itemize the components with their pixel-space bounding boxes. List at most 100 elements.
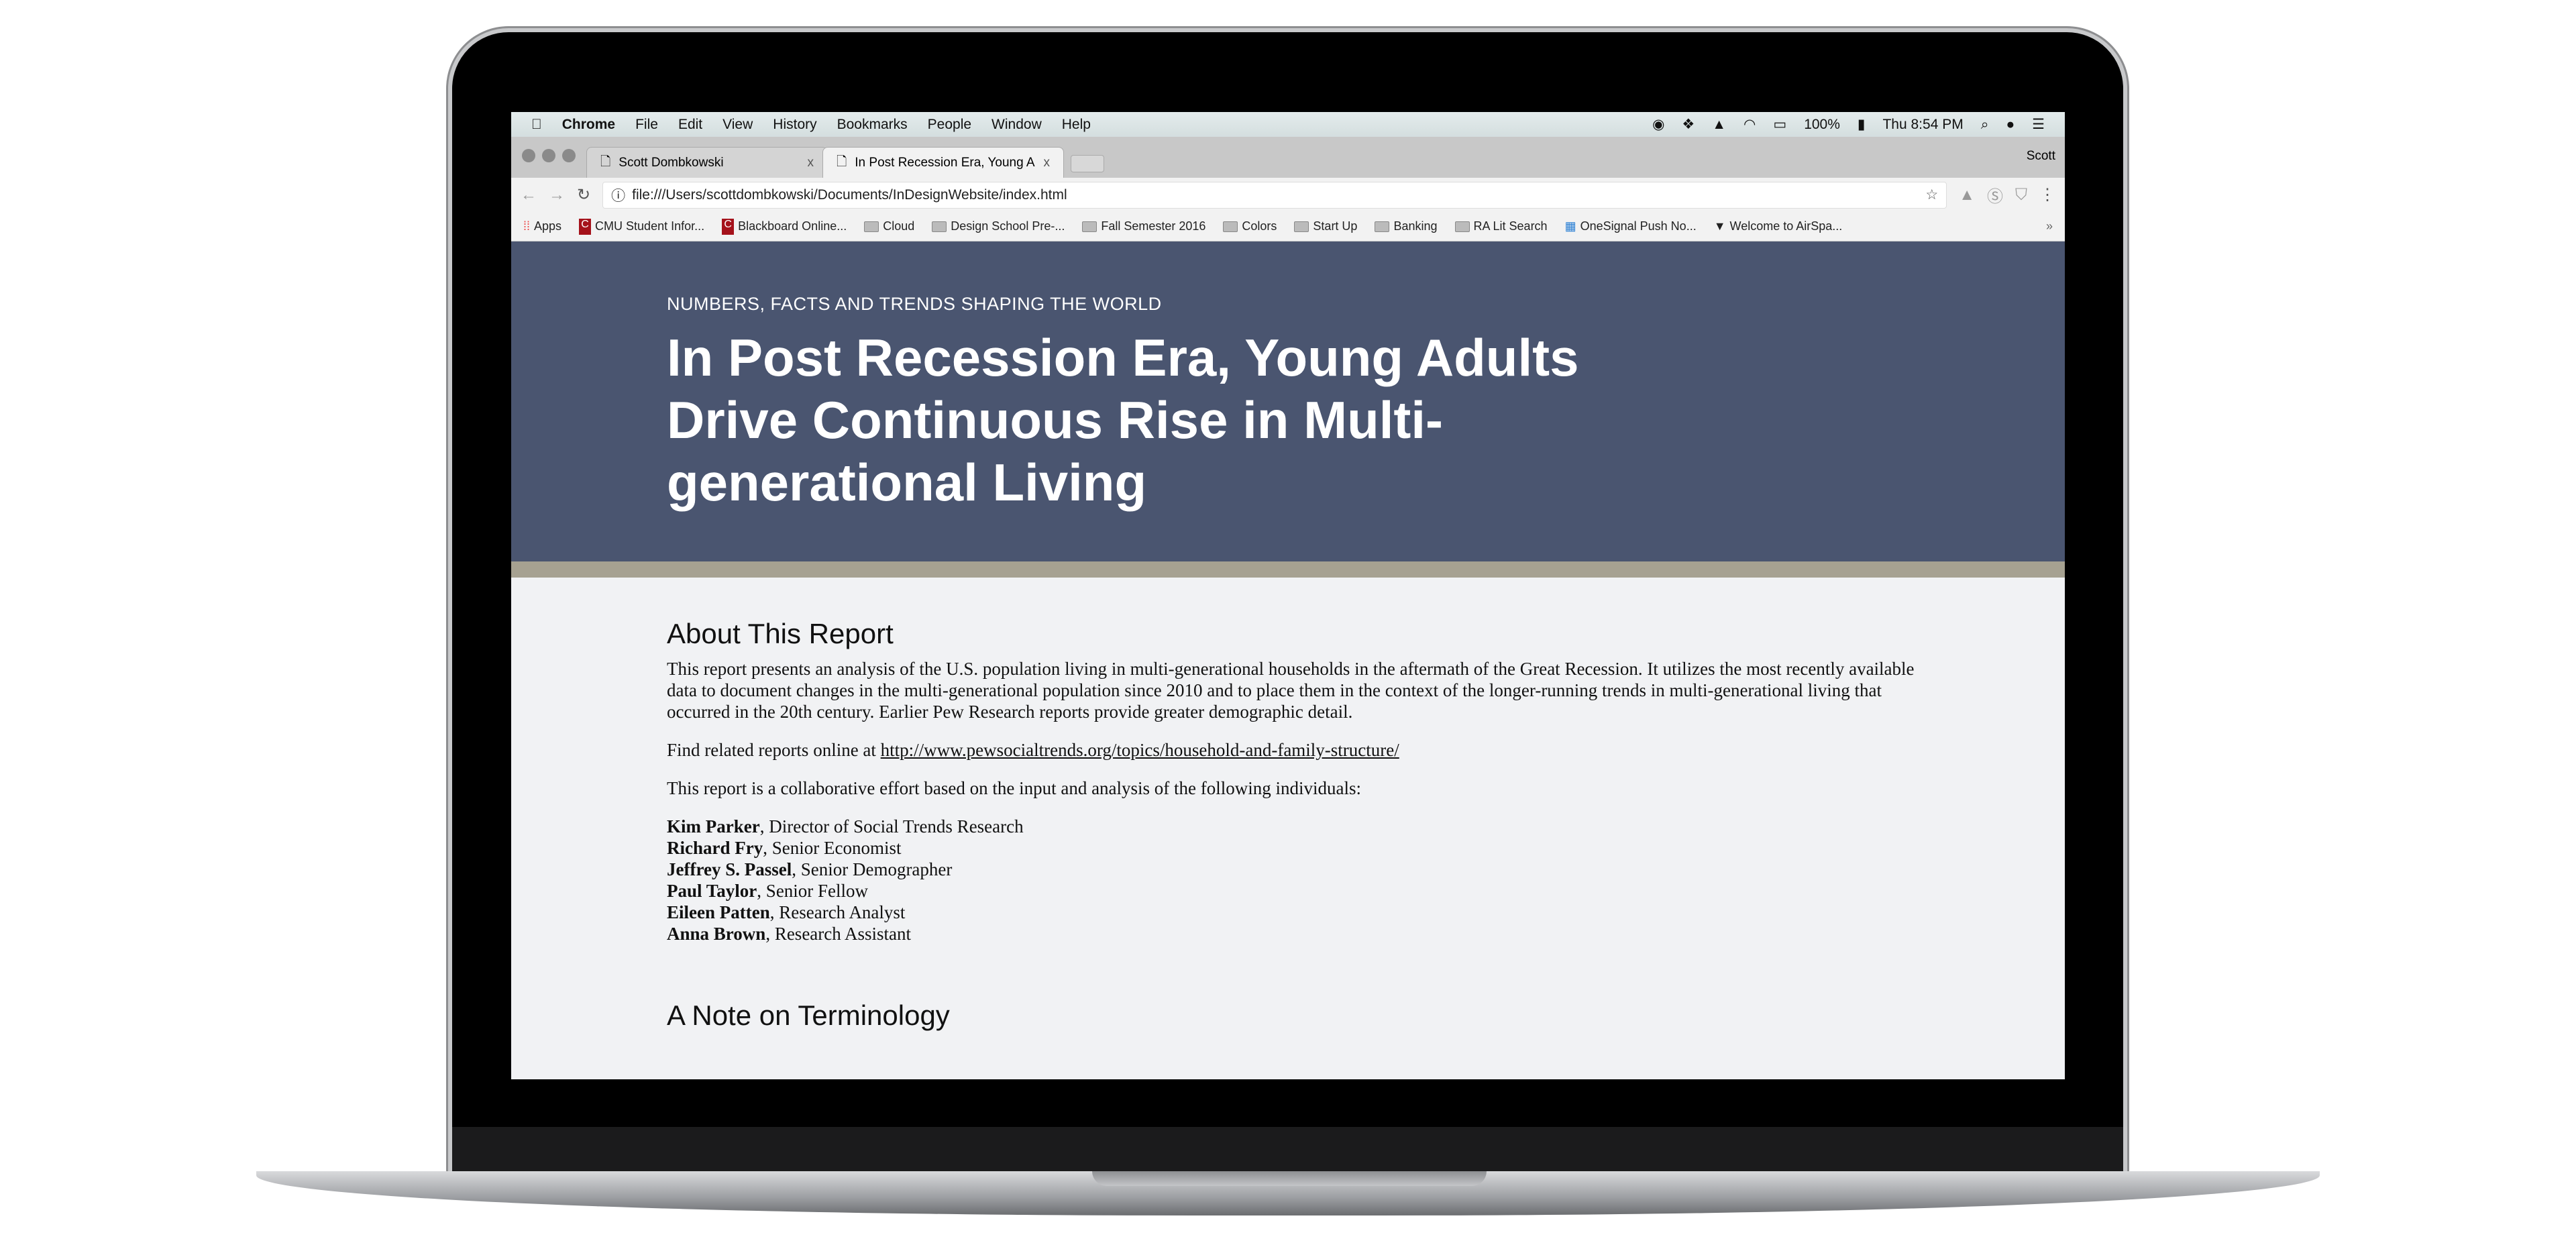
- bookmark-label: RA Lit Search: [1473, 219, 1548, 233]
- kicker: NUMBERS, FACTS AND TRENDS SHAPING THE WO…: [667, 294, 1162, 314]
- tab-scott-dombkowski[interactable]: 🗋 Scott Dombkowski x: [586, 147, 828, 178]
- page-icon: 🗋: [837, 154, 847, 169]
- contributor-role: , Director of Social Trends Research: [759, 816, 1024, 836]
- contributor: Anna Brown, Research Assistant: [667, 923, 1920, 944]
- minimize-window-button[interactable]: [542, 149, 555, 162]
- contributor-role: , Senior Economist: [763, 838, 902, 858]
- terminology-heading: A Note on Terminology: [667, 999, 950, 1031]
- wifi-icon[interactable]: ◠: [1743, 116, 1756, 133]
- bookmark-onesignal[interactable]: ▦ OneSignal Push No...: [1565, 219, 1697, 233]
- page-icon: 🗋: [600, 154, 611, 169]
- window-controls[interactable]: [522, 149, 576, 162]
- tab-bar: 🗋 Scott Dombkowski x 🗋 In Post Recession Er…: [511, 137, 2065, 178]
- menu-edit[interactable]: Edit: [678, 117, 702, 133]
- contributor-name: Eileen Patten: [667, 902, 770, 922]
- address-bar[interactable]: ⓘ file:///Users/scottdombkowski/Document…: [602, 181, 1947, 209]
- folder-icon: [1294, 221, 1309, 232]
- about-paragraph: This report presents an analysis of the …: [667, 659, 1915, 722]
- onesignal-icon: ▦: [1564, 219, 1576, 233]
- extension-shield-icon[interactable]: ⛉: [2015, 186, 2027, 205]
- folder-icon: [1082, 221, 1097, 232]
- collaboration-paragraph: This report is a collaborative effort ba…: [667, 778, 1362, 798]
- creative-cloud-icon[interactable]: ◉: [1652, 116, 1664, 133]
- airplay-icon[interactable]: ▭: [1773, 116, 1786, 133]
- menu-help[interactable]: Help: [1062, 117, 1091, 133]
- bookmark-blackboard[interactable]: C Blackboard Online...: [722, 218, 847, 235]
- maximize-window-button[interactable]: [562, 149, 576, 162]
- url-text[interactable]: file:///Users/scottdombkowski/Documents/…: [632, 187, 1067, 203]
- info-icon[interactable]: ⓘ: [611, 185, 625, 205]
- close-tab-icon[interactable]: x: [1044, 156, 1051, 170]
- bookmarks-overflow-button[interactable]: »: [2046, 219, 2053, 233]
- contributor-role: , Research Assistant: [765, 924, 912, 944]
- contributor: Kim Parker, Director of Social Trends Re…: [667, 816, 1920, 837]
- tab-label: In Post Recession Era, Young A: [855, 155, 1035, 170]
- folder-icon: [1375, 221, 1390, 232]
- bookmark-ra-lit-search[interactable]: RA Lit Search: [1454, 219, 1548, 233]
- bookmark-label: Design School Pre-...: [951, 219, 1065, 233]
- close-tab-icon[interactable]: x: [808, 156, 814, 170]
- bookmark-label: Start Up: [1313, 219, 1358, 233]
- menu-people[interactable]: People: [928, 117, 971, 133]
- mac-menubar:  Chrome File Edit View History Bookmark…: [511, 112, 2065, 137]
- bookmark-label: Banking: [1393, 219, 1438, 233]
- laptop-notch: [1092, 1171, 1487, 1186]
- siri-icon[interactable]: ●: [2006, 117, 2015, 133]
- bookmark-airspace[interactable]: ▼ Welcome to AirSpa...: [1714, 219, 1843, 233]
- cmu-icon: C: [579, 218, 592, 235]
- apps-grid-icon: ⁞⁞: [523, 219, 531, 233]
- battery-icon[interactable]: ▮: [1858, 116, 1866, 133]
- bookmark-label: CMU Student Infor...: [595, 219, 705, 233]
- menu-kebab-icon[interactable]: ⋮: [2039, 185, 2055, 205]
- toolbar: ← → ↻ ⓘ file:///Users/scottdombkowski/Do…: [511, 178, 2065, 212]
- folder-icon: [1223, 221, 1238, 232]
- bookmark-apps[interactable]: ⁞⁞ Apps: [523, 219, 561, 233]
- extension-skype-icon[interactable]: Ⓢ: [1987, 183, 2003, 207]
- bookmark-label: Blackboard Online...: [738, 219, 847, 233]
- about-heading: About This Report: [667, 618, 894, 649]
- tab-label: Scott Dombkowski: [619, 155, 724, 170]
- bookmark-label: Colors: [1242, 219, 1277, 233]
- reload-icon[interactable]: ↻: [577, 185, 590, 205]
- contributor: Jeffrey S. Passel, Senior Demographer: [667, 859, 1920, 880]
- bookmark-design-school[interactable]: Design School Pre-...: [932, 219, 1065, 233]
- menu-history[interactable]: History: [773, 117, 816, 133]
- contributor: Eileen Patten, Research Analyst: [667, 902, 1920, 923]
- notification-center-icon[interactable]: ☰: [2032, 116, 2045, 133]
- bookmark-banking[interactable]: Banking: [1375, 219, 1438, 233]
- bookmark-star-icon[interactable]: ☆: [1925, 186, 1938, 203]
- bookmark-cmu-student-info[interactable]: C CMU Student Infor...: [579, 218, 705, 235]
- extension-drive-icon[interactable]: ▲: [1959, 186, 1975, 205]
- cmu-icon: C: [722, 218, 735, 235]
- apple-icon[interactable]: : [531, 117, 542, 133]
- new-tab-button[interactable]: [1071, 155, 1104, 172]
- contributor: Paul Taylor, Senior Fellow: [667, 880, 1920, 902]
- spotlight-search-icon[interactable]: ⌕: [1981, 117, 1989, 133]
- battery-percent[interactable]: 100%: [1804, 117, 1840, 133]
- bookmark-start-up[interactable]: Start Up: [1294, 219, 1357, 233]
- bookmark-fall-semester[interactable]: Fall Semester 2016: [1082, 219, 1205, 233]
- bookmark-label: OneSignal Push No...: [1580, 219, 1697, 233]
- bookmark-label: Fall Semester 2016: [1101, 219, 1206, 233]
- forward-icon[interactable]: →: [549, 186, 565, 205]
- bookmark-colors[interactable]: Colors: [1223, 219, 1277, 233]
- related-reports-link[interactable]: http://www.pewsocialtrends.org/topics/ho…: [881, 740, 1399, 760]
- google-drive-icon[interactable]: ▲: [1712, 117, 1726, 133]
- related-reports-text: Find related reports online at: [667, 740, 881, 760]
- close-window-button[interactable]: [522, 149, 535, 162]
- menu-window[interactable]: Window: [991, 117, 1042, 133]
- clock[interactable]: Thu 8:54 PM: [1882, 117, 1963, 133]
- dropbox-icon[interactable]: ❖: [1682, 116, 1695, 133]
- contributor-name: Richard Fry: [667, 838, 763, 858]
- menu-view[interactable]: View: [722, 117, 753, 133]
- menu-bookmarks[interactable]: Bookmarks: [837, 117, 908, 133]
- screen:  Chrome File Edit View History Bookmark…: [511, 112, 2065, 1079]
- tab-post-recession[interactable]: 🗋 In Post Recession Era, Young A x: [822, 147, 1064, 178]
- folder-icon: [932, 221, 947, 232]
- profile-button[interactable]: Scott: [2027, 149, 2055, 164]
- back-icon[interactable]: ←: [521, 186, 537, 205]
- menu-file[interactable]: File: [635, 117, 658, 133]
- accent-strip: [511, 561, 2065, 578]
- menu-app-name[interactable]: Chrome: [562, 117, 615, 133]
- bookmark-cloud[interactable]: Cloud: [864, 219, 914, 233]
